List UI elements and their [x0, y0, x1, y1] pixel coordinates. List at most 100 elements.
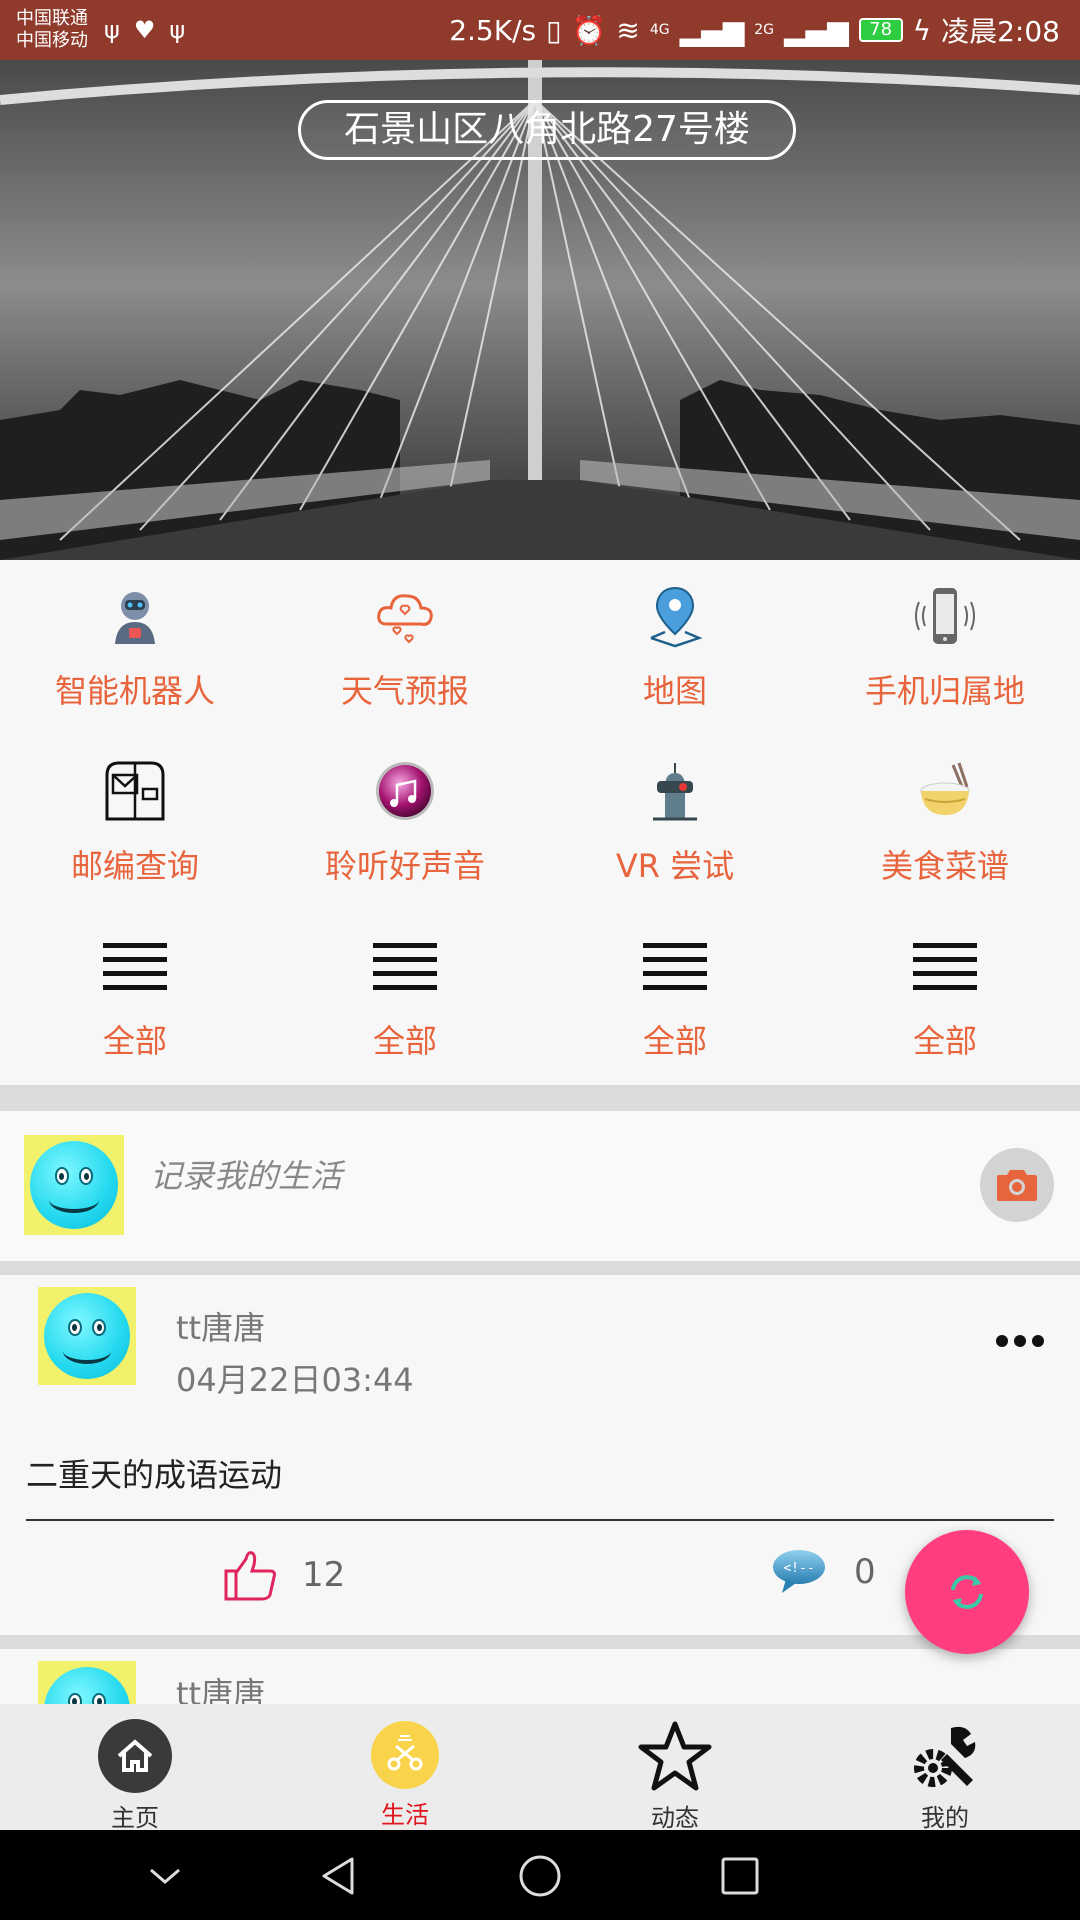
grid-label: 全部 [372, 1022, 437, 1060]
avatar[interactable] [38, 1661, 136, 1704]
battery-icon: 78 [858, 18, 903, 42]
refresh-icon [951, 1575, 983, 1609]
alarm-icon: ⏰ [571, 13, 607, 47]
feature-grid: 智能机器人 天气预报 地图 手机归属地 邮编查询 聆听好声音 VR 尝试 美食菜… [0, 560, 1080, 1085]
vibrate-icon: ▯ [546, 13, 562, 47]
nav-label: 生活 [381, 1801, 429, 1829]
grid-label: 全部 [912, 1022, 977, 1060]
refresh-button[interactable] [905, 1530, 1029, 1654]
carrier-info: 中国联通 中国移动 [0, 8, 88, 52]
mailbox-icon [99, 755, 171, 827]
nav-life[interactable]: 生活 [270, 1704, 540, 1830]
section-divider [0, 1261, 1080, 1275]
grid-label: 手机归属地 [864, 672, 1025, 710]
map-pin-icon [639, 580, 711, 652]
grid-item-all[interactable]: 全部 [810, 910, 1080, 1070]
signal-icon: ▂▄▆ [679, 13, 745, 47]
clock: 凌晨2:08 [941, 15, 1060, 48]
collapse-button[interactable] [137, 1848, 193, 1904]
recents-square-icon [721, 1857, 759, 1895]
menu-icon [369, 930, 441, 1002]
star-icon [637, 1718, 713, 1794]
home-icon [97, 1718, 173, 1794]
comment-bubble-icon: <!-- [773, 1550, 825, 1593]
robot-icon [99, 580, 171, 652]
comment-button[interactable]: <!-- 0 [770, 1547, 876, 1597]
username[interactable]: tt唐唐 [176, 1669, 265, 1704]
grid-label: 天气预报 [340, 672, 469, 710]
section-divider [0, 1635, 1080, 1649]
grid-item-map[interactable]: 地图 [540, 560, 810, 720]
carrier-2: 中国移动 [16, 30, 88, 51]
vr-icon [639, 755, 711, 827]
nav-label: 主页 [111, 1804, 159, 1832]
grid-label: 全部 [642, 1022, 707, 1060]
system-navigation-bar [0, 1830, 1080, 1920]
grid-item-all[interactable]: 全部 [270, 910, 540, 1070]
back-triangle-icon [322, 1857, 354, 1895]
like-button[interactable]: 12 [222, 1547, 345, 1603]
bottom-navigation: 主页 生活 动态 我的 [0, 1704, 1080, 1832]
grid-label: 地图 [642, 672, 707, 710]
weather-cloud-icon [369, 580, 441, 652]
phone-icon [909, 580, 981, 652]
nav-home[interactable]: 主页 [0, 1704, 270, 1832]
post-composer: 记录我的生活 [0, 1111, 1080, 1261]
nav-mine[interactable]: 我的 [810, 1704, 1080, 1832]
more-options-button[interactable] [996, 1335, 1044, 1347]
section-divider [0, 1085, 1080, 1111]
home-button[interactable] [512, 1848, 568, 1904]
charging-icon: ϟ [912, 13, 932, 47]
nav-activity[interactable]: 动态 [540, 1704, 810, 1832]
network-type-2: 2G [754, 22, 775, 38]
grid-item-phone[interactable]: 手机归属地 [810, 560, 1080, 720]
signal-icon: ▂▄▆ [784, 13, 849, 47]
network-speed: 2.5K/s [449, 13, 537, 47]
comment-count: 0 [854, 1552, 876, 1592]
location-label[interactable]: 石景山区八角北路27号楼 [298, 100, 796, 160]
grid-item-all[interactable]: 全部 [0, 910, 270, 1070]
usb-icon: ψ [104, 16, 120, 44]
grid-item-postcode[interactable]: 邮编查询 [0, 735, 270, 895]
back-button[interactable] [311, 1848, 367, 1904]
health-icon: ♥ [133, 16, 156, 44]
grid-label: 聆听好声音 [324, 847, 485, 885]
avatar[interactable] [38, 1287, 136, 1385]
grid-label: 全部 [102, 1022, 167, 1060]
wifi-icon: ≋ [616, 13, 640, 47]
nav-label: 动态 [651, 1804, 699, 1832]
grid-item-vr[interactable]: VR 尝试 [540, 735, 810, 895]
menu-icon [909, 930, 981, 1002]
grid-item-robot[interactable]: 智能机器人 [0, 560, 270, 720]
grid-label: 美食菜谱 [880, 847, 1009, 885]
menu-icon [639, 930, 711, 1002]
usb-icon: ψ [169, 16, 186, 44]
divider [26, 1519, 1054, 1521]
grid-item-weather[interactable]: 天气预报 [270, 560, 540, 720]
network-type-1: 4G [649, 22, 670, 38]
nav-label: 我的 [921, 1804, 969, 1832]
svg-text:<!--: <!-- [783, 1561, 814, 1576]
life-icon [367, 1718, 443, 1791]
username[interactable]: tt唐唐 [176, 1303, 265, 1349]
grid-label: VR 尝试 [615, 847, 735, 885]
home-circle-icon [519, 1855, 561, 1897]
hero-banner: 石景山区八角北路27号楼 [0, 60, 1080, 560]
music-icon [369, 755, 441, 827]
post-content: 二重天的成语运动 [26, 1456, 283, 1494]
avatar[interactable] [24, 1135, 124, 1235]
settings-tools-icon [907, 1718, 983, 1794]
camera-button[interactable] [980, 1148, 1054, 1222]
thumbs-up-icon [224, 1551, 276, 1601]
post-input[interactable]: 记录我的生活 [150, 1151, 342, 1197]
grid-item-all[interactable]: 全部 [540, 910, 810, 1070]
recents-button[interactable] [712, 1848, 768, 1904]
carrier-1: 中国联通 [16, 8, 88, 29]
grid-item-music[interactable]: 聆听好声音 [270, 735, 540, 895]
feed-item: tt唐唐 [0, 1649, 1080, 1704]
status-bar: 中国联通 中国移动 ψ ♥ ψ 2.5K/s ▯ ⏰ ≋ 4G ▂▄▆ 2G ▂… [0, 0, 1080, 60]
food-bowl-icon [909, 755, 981, 827]
timestamp: 04月22日03:44 [176, 1361, 414, 1399]
grid-item-food[interactable]: 美食菜谱 [810, 735, 1080, 895]
menu-icon [99, 930, 171, 1002]
